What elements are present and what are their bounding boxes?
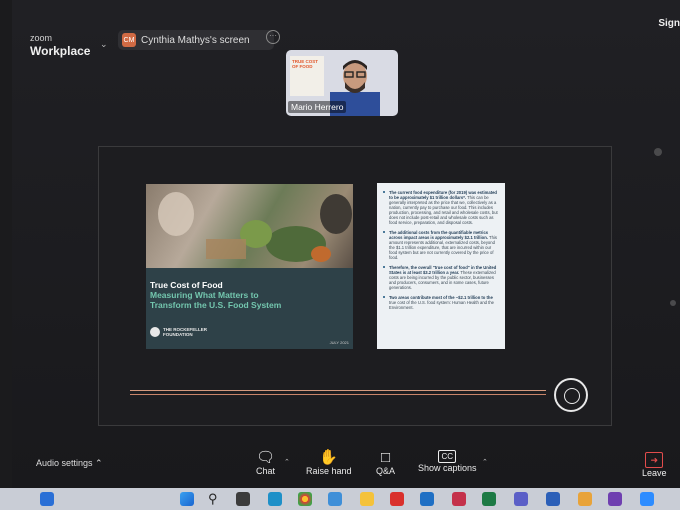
chevron-up-icon[interactable]: ⌃	[284, 458, 290, 466]
qa-label: Q&A	[376, 466, 396, 476]
logo-small-text: zoom	[30, 33, 53, 43]
book-cover: TRUE COST OF FOOD	[290, 56, 324, 96]
app-icon[interactable]	[608, 492, 622, 506]
more-options-icon[interactable]: ···	[266, 30, 280, 44]
foundation-logo-icon	[150, 327, 160, 337]
hand-icon: ✋	[319, 449, 339, 466]
chat-button[interactable]: 🗨 Chat	[256, 449, 276, 477]
exit-icon: ➜	[645, 452, 664, 468]
zoom-icon[interactable]	[640, 492, 654, 506]
summary-bullet: The current food expenditure (for 2019) …	[383, 190, 498, 225]
powerpoint-icon[interactable]	[452, 492, 466, 506]
leave-button[interactable]: ➜ Leave	[642, 452, 667, 478]
chevron-up-icon[interactable]: ⌃	[482, 458, 488, 466]
summary-bullet: Two areas contribute most of the ~$2.1 t…	[383, 295, 499, 310]
edge-icon[interactable]	[268, 492, 282, 506]
slide-divider	[130, 390, 546, 395]
title-line-1: True Cost of Food	[150, 280, 223, 290]
summary-bullet: Therefore, the overall "true cost of foo…	[383, 265, 499, 290]
zoom-workplace-logo[interactable]: zoom Workplace	[30, 34, 90, 59]
leave-label: Leave	[642, 468, 667, 478]
screen-dust	[654, 148, 662, 156]
qa-button[interactable]: □ Q&A	[376, 449, 396, 477]
copilot-icon[interactable]	[328, 492, 342, 506]
raise-hand-button[interactable]: ✋ Raise hand	[306, 449, 352, 477]
acrobat-icon[interactable]	[390, 492, 404, 506]
excel-icon[interactable]	[482, 492, 496, 506]
start-icon[interactable]	[180, 492, 194, 506]
word-icon[interactable]	[546, 492, 560, 506]
qa-icon: □	[380, 449, 391, 466]
cover-photo	[146, 184, 353, 268]
screen-share-label: Cynthia Mathys's screen	[141, 34, 250, 46]
logo-main-text: Workplace	[30, 44, 91, 58]
zoom-window: zoom Workplace ⌄ CM Cynthia Mathys's scr…	[12, 0, 680, 488]
sign-button[interactable]: Sign	[658, 18, 680, 29]
show-captions-button[interactable]: CC Show captions	[418, 450, 477, 473]
outlook-icon[interactable]	[420, 492, 434, 506]
raise-hand-label: Raise hand	[306, 466, 352, 476]
book-cover-text: TRUE COST OF FOOD	[292, 59, 319, 69]
report-title: True Cost of Food Measuring What Matters…	[150, 280, 340, 310]
windows-taskbar: ⚲	[0, 488, 680, 510]
report-date: JULY 2021	[329, 340, 349, 345]
app-icon[interactable]	[578, 492, 592, 506]
teams-icon[interactable]	[514, 492, 528, 506]
chevron-down-icon[interactable]: ⌄	[100, 39, 108, 50]
task-view-icon[interactable]	[236, 492, 250, 506]
title-line-2: Measuring What Matters to	[150, 290, 259, 300]
screen-dust	[670, 300, 676, 306]
title-line-3: Transform the U.S. Food System	[150, 300, 282, 310]
audio-settings-button[interactable]: Audio settings ⌃	[36, 458, 103, 469]
widgets-icon[interactable]	[40, 492, 54, 506]
participant-name: Mario Herrero	[288, 101, 347, 113]
food-photo-graphic	[158, 192, 352, 262]
foundation-name: THE ROCKEFELLER FOUNDATION	[163, 327, 208, 337]
chrome-icon[interactable]	[298, 492, 312, 506]
rockefeller-logo: THE ROCKEFELLER FOUNDATION	[150, 327, 213, 337]
chat-label: Chat	[256, 466, 276, 476]
presenter-avatar: CM	[122, 33, 136, 47]
report-cover-slide: True Cost of Food Measuring What Matters…	[146, 184, 353, 349]
screen-share-indicator[interactable]: CM Cynthia Mathys's screen	[118, 30, 274, 50]
summary-bullet: The additional costs from the quantifiab…	[383, 230, 499, 260]
captions-icon: CC	[438, 450, 457, 463]
show-captions-label: Show captions	[418, 463, 477, 473]
chat-icon: 🗨	[256, 449, 276, 466]
search-icon[interactable]: ⚲	[208, 491, 218, 507]
university-seal-icon	[554, 378, 588, 412]
participant-video-tile[interactable]: TRUE COST OF FOOD Mario Herrero	[286, 50, 398, 116]
file-explorer-icon[interactable]	[360, 492, 374, 506]
summary-slide: The current food expenditure (for 2019) …	[377, 183, 505, 349]
meeting-controls: Audio settings ⌃ 🗨 Chat ⌃ ✋ Raise hand □…	[12, 444, 680, 488]
